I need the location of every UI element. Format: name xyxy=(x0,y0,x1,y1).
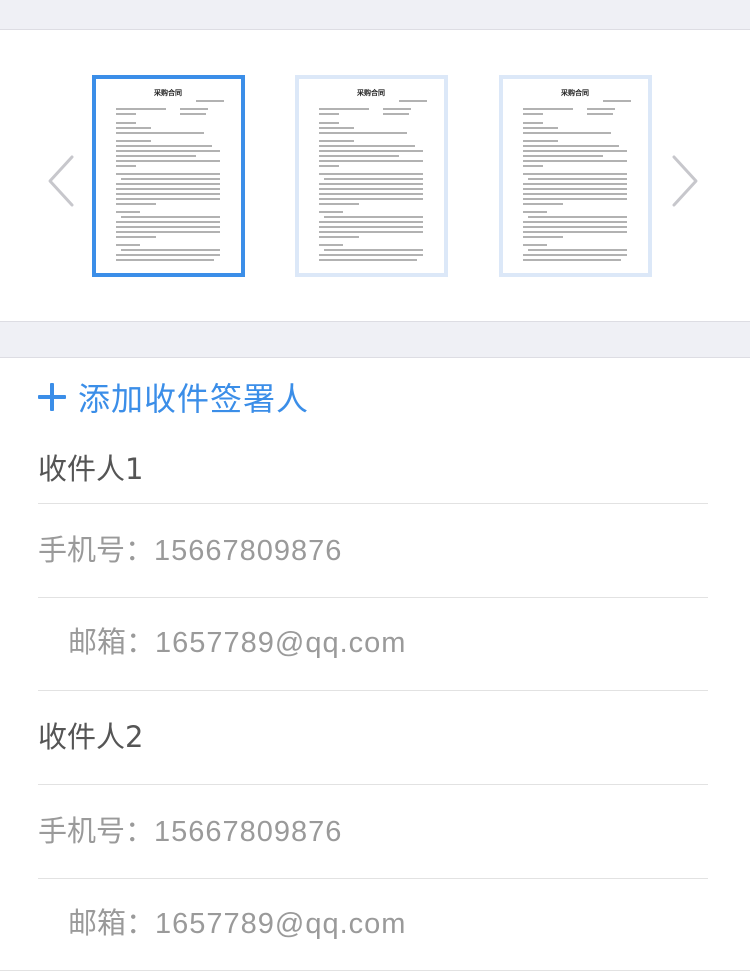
recipient-2-title: 收件人2 xyxy=(38,720,144,754)
document-preview-image: 采购合同 xyxy=(116,88,224,261)
phone-value[interactable]: 15667809876 xyxy=(154,816,342,848)
email-label: 邮箱： xyxy=(68,906,156,940)
bottom-divider xyxy=(0,970,750,971)
page-thumbnail-1[interactable]: 采购合同 xyxy=(92,75,245,277)
divider xyxy=(38,690,708,691)
page-thumbnail-2[interactable]: 采购合同 xyxy=(295,75,448,277)
document-preview-image: 采购合同 xyxy=(523,88,631,261)
plus-icon xyxy=(38,383,66,411)
add-signer-button[interactable]: 添加收件签署人 xyxy=(38,372,309,422)
doc-text-lines xyxy=(523,100,631,261)
document-page-carousel[interactable]: 采购合同 采购合同 采购合同 xyxy=(0,31,750,321)
section-separator-band xyxy=(0,321,750,358)
email-label: 邮箱： xyxy=(68,625,156,659)
phone-value[interactable]: 15667809876 xyxy=(154,535,342,567)
document-preview-image: 采购合同 xyxy=(319,88,427,261)
doc-title: 采购合同 xyxy=(560,88,589,97)
doc-text-lines xyxy=(116,100,224,261)
recipient-1-email-row[interactable]: 邮箱：1657789@qq.com xyxy=(68,622,406,662)
phone-label: 手机号： xyxy=(38,814,155,848)
page-thumbnail-3[interactable]: 采购合同 xyxy=(499,75,652,277)
recipient-1-phone-row[interactable]: 手机号：15667809876 xyxy=(38,530,342,570)
phone-label: 手机号： xyxy=(38,533,155,567)
divider xyxy=(38,597,708,598)
email-value[interactable]: 1657789@qq.com xyxy=(155,908,406,940)
doc-text-lines xyxy=(319,100,427,261)
divider xyxy=(38,784,708,785)
chevron-right-icon[interactable] xyxy=(666,151,706,211)
doc-title: 采购合同 xyxy=(356,88,385,97)
doc-title: 采购合同 xyxy=(153,88,182,97)
divider xyxy=(38,878,708,879)
recipient-2-email-row[interactable]: 邮箱：1657789@qq.com xyxy=(68,903,406,943)
add-signer-label: 添加收件签署人 xyxy=(78,380,310,418)
chevron-left-icon[interactable] xyxy=(40,151,80,211)
recipient-1-title: 收件人1 xyxy=(38,452,144,486)
top-separator-band xyxy=(0,0,750,30)
email-value[interactable]: 1657789@qq.com xyxy=(155,627,406,659)
recipient-2-phone-row[interactable]: 手机号：15667809876 xyxy=(38,811,342,851)
divider xyxy=(38,503,708,504)
